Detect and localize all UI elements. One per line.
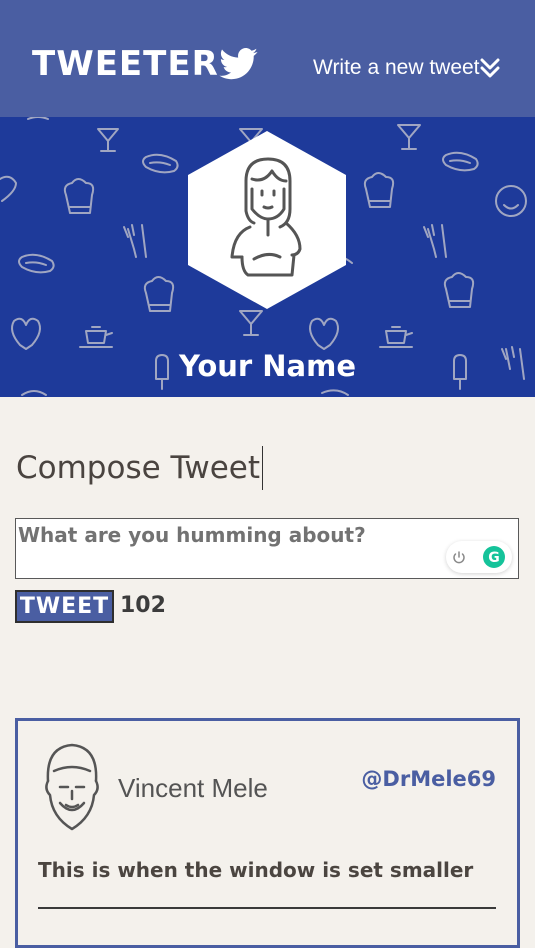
double-chevron-down-icon (480, 58, 500, 78)
tweet-button[interactable]: TWEET (15, 590, 114, 623)
grammarly-widget[interactable]: G (446, 541, 512, 573)
tweet-textarea-placeholder: What are you humming about? (18, 523, 366, 547)
bird-icon (219, 48, 258, 80)
tweet-divider (38, 907, 496, 909)
compose-tweet-title: Compose Tweet (16, 446, 263, 490)
tweet-author-name: Vincent Mele (118, 773, 268, 803)
grammarly-icon: G (453, 546, 505, 568)
svg-text:G: G (488, 550, 500, 566)
logo[interactable]: TWEETER (32, 44, 259, 84)
character-counter: 102 (120, 593, 166, 618)
profile-name: Your Name (178, 349, 357, 383)
tweet-text: This is when the window is set smaller (38, 858, 474, 882)
tweet-card: Vincent Mele @DrMele69 This is when the … (15, 718, 520, 948)
logo-text: TWEETER (32, 44, 219, 84)
tweet-textarea[interactable]: What are you humming about? G (15, 518, 519, 579)
write-new-tweet-link[interactable]: Write a new tweet (313, 56, 500, 80)
man-avatar-icon (45, 743, 99, 831)
profile-banner: Your Name (0, 117, 535, 397)
write-new-tweet-label: Write a new tweet (313, 56, 480, 79)
profile-avatar (188, 131, 346, 309)
top-nav: TWEETER Write a new tweet (0, 0, 535, 117)
tweet-author-handle[interactable]: @DrMele69 (361, 767, 496, 791)
